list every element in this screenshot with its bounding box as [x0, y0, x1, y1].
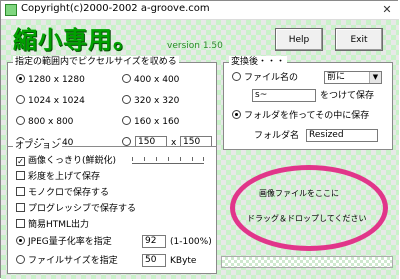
size-group-legend: 指定の範囲内でピクセルサイズを収める	[13, 56, 179, 68]
sharpen-slider[interactable]	[132, 157, 204, 164]
radio-icon	[16, 255, 25, 264]
progressive-checkbox[interactable]: プログレッシブで保存する	[16, 203, 136, 215]
version-label: version 1.50	[167, 41, 223, 51]
radio-icon	[122, 116, 131, 125]
save-group-legend: 変換後・・・	[229, 56, 288, 68]
help-button[interactable]: Help	[275, 28, 323, 51]
window-title: Copyright(c)2000-2002 a-groove.com	[21, 3, 210, 14]
prefix-select[interactable]: 前に ▼	[324, 71, 382, 84]
radio-icon	[16, 74, 25, 83]
radio-icon	[122, 74, 131, 83]
app-window: Copyright(c)2000-2002 a-groove.com ✕ 縮小専…	[0, 0, 399, 279]
drop-zone-line2: ドラッグ＆ドロップしてください	[247, 214, 367, 223]
monochrome-checkbox[interactable]: モノクロで保存する	[16, 187, 109, 199]
size-option-800[interactable]: 800 x 800	[16, 116, 73, 128]
drop-zone-line1: 画像ファイルをここに	[259, 189, 339, 198]
title-bar: Copyright(c)2000-2002 a-groove.com ✕	[1, 1, 399, 20]
attach-label: をつけて保存	[320, 91, 375, 101]
saturation-checkbox[interactable]: 彩度を上げて保存	[16, 171, 100, 183]
filesize-option[interactable]: ファイルサイズを指定	[16, 255, 118, 267]
size-option-1024[interactable]: 1024 x 1024	[16, 95, 85, 107]
radio-icon	[232, 110, 241, 119]
size-option-1280[interactable]: 1280 x 1280	[16, 74, 85, 86]
options-group-legend: オプション	[13, 140, 63, 152]
exit-button[interactable]: Exit	[335, 28, 383, 51]
chevron-down-icon: ▼	[369, 72, 381, 83]
folder-option[interactable]: フォルダを作ってその中に保存	[232, 110, 369, 122]
size-option-160[interactable]: 160 x 160	[122, 116, 179, 128]
checkbox-icon	[16, 219, 25, 228]
app-icon	[5, 4, 17, 16]
size-option-320[interactable]: 320 x 320	[122, 95, 179, 107]
sharpen-checkbox[interactable]: ✓ 画像くっきり(鮮鋭化)	[16, 155, 116, 167]
save-group: 変換後・・・ ファイル名の 前に ▼ s~ をつけて保存 フォルダを作ってその中に…	[223, 56, 393, 150]
checkbox-icon	[16, 187, 25, 196]
radio-icon	[16, 116, 25, 125]
jpeg-quality-option[interactable]: JPEG量子化率を指定	[16, 236, 112, 248]
jpeg-quality-input[interactable]: 92	[142, 235, 166, 248]
app-title: 縮小専用。	[13, 26, 138, 54]
progress-bar	[221, 256, 393, 268]
radio-icon	[122, 95, 131, 104]
close-icon[interactable]: ✕	[379, 3, 395, 17]
folder-name-input[interactable]: Resized	[306, 129, 378, 142]
jpeg-range-label: (1-100%)	[170, 237, 212, 247]
header: 縮小専用。 version 1.50 Help Exit	[1, 20, 399, 57]
drop-zone[interactable]	[230, 165, 388, 251]
size-option-400[interactable]: 400 x 400	[122, 74, 179, 86]
radio-icon	[122, 137, 131, 146]
radio-icon	[232, 72, 241, 81]
filename-option[interactable]: ファイル名の	[232, 72, 298, 84]
main-panel: 縮小専用。 version 1.50 Help Exit 指定の範囲内でピクセル…	[1, 20, 399, 279]
simple-html-checkbox[interactable]: 簡易HTML出力	[16, 219, 89, 231]
prefix-input[interactable]: s~	[252, 89, 316, 102]
radio-icon	[16, 236, 25, 245]
filesize-input[interactable]: 50	[142, 254, 166, 267]
folder-name-label: フォルダ名	[254, 131, 300, 141]
options-group: オプション ✓ 画像くっきり(鮮鋭化) 彩度を上げて保存 モノクロで保存する プロ…	[7, 140, 217, 274]
checkmark-icon: ✓	[16, 157, 25, 166]
checkbox-icon	[16, 171, 25, 180]
radio-icon	[16, 95, 25, 104]
filesize-unit-label: KByte	[170, 256, 197, 266]
checkbox-icon	[16, 203, 25, 212]
